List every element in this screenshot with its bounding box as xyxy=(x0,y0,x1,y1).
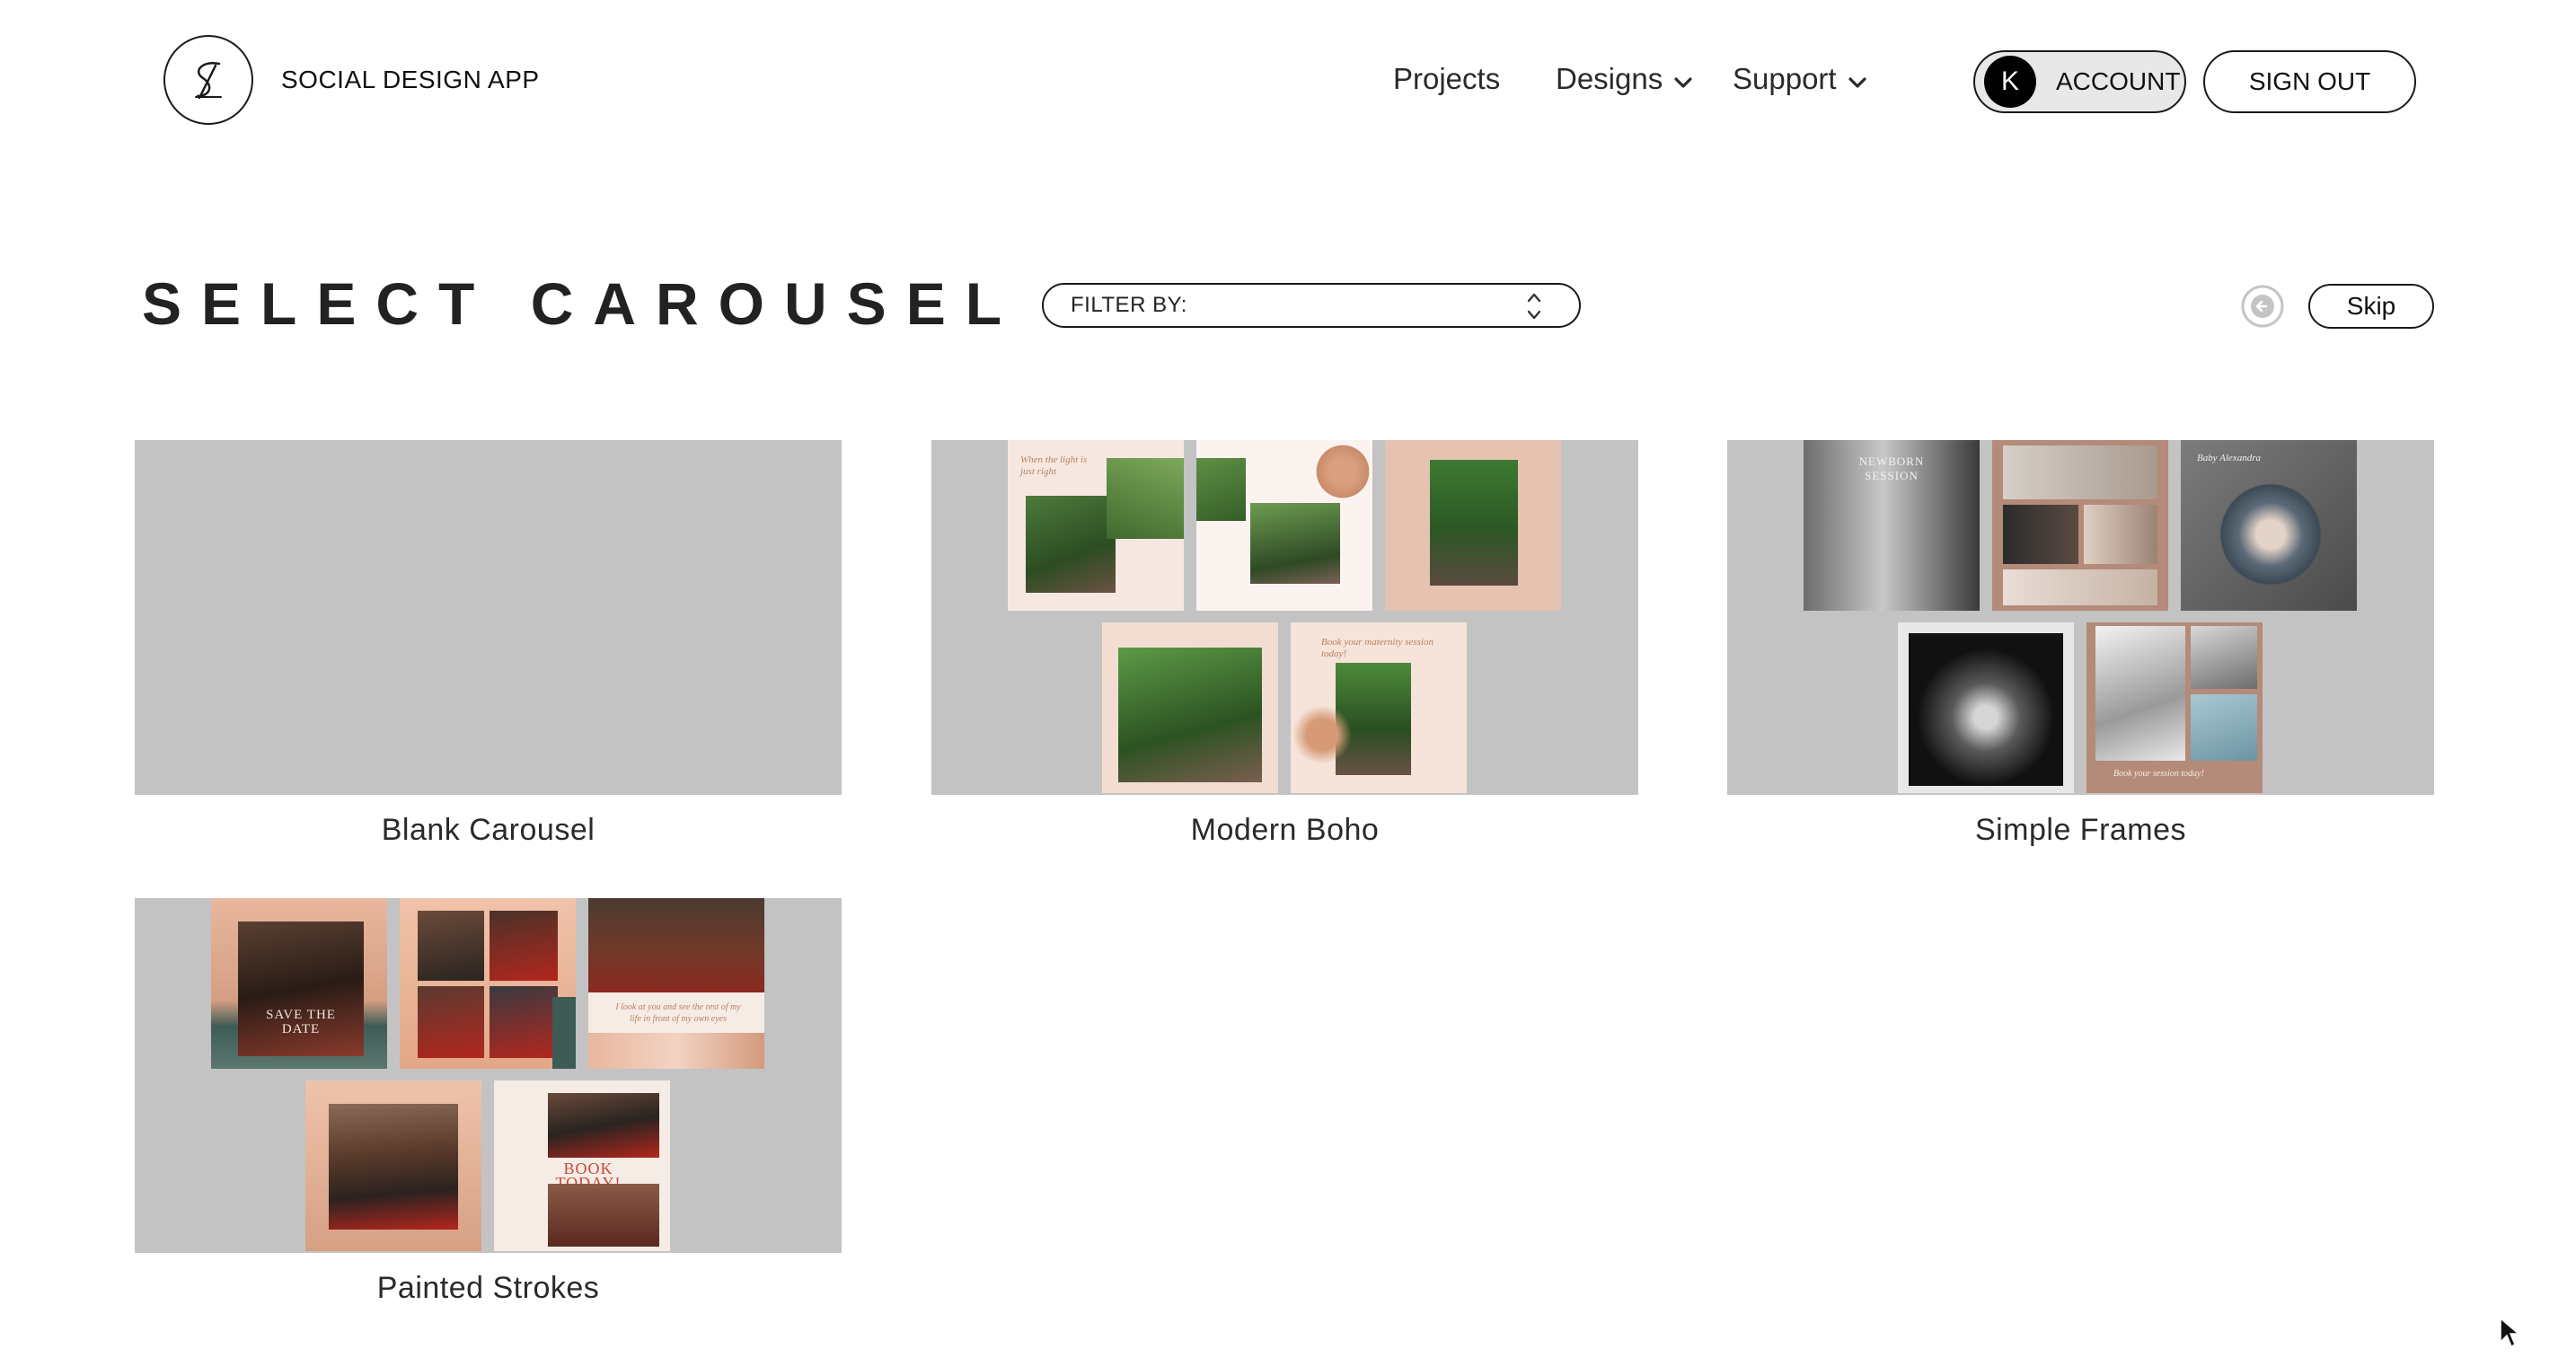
template-card-painted-strokes[interactable]: SAVE THE DATE I look at you and see the … xyxy=(135,898,842,1306)
account-label: ACCOUNT xyxy=(2056,67,2181,95)
chevron-down-icon xyxy=(1672,67,1695,91)
sign-out-button[interactable]: SIGN OUT xyxy=(2203,50,2416,113)
account-button[interactable]: K ACCOUNT xyxy=(1973,50,2186,113)
strokes-tile-text: SAVE THE DATE xyxy=(266,1008,336,1036)
template-thumbnail[interactable]: When the light is just right Book your m… xyxy=(931,440,1638,795)
frames-tile-text: Book your session today! xyxy=(2113,769,2204,779)
nav-support-dropdown[interactable]: Support xyxy=(1733,59,1869,99)
template-card-blank-carousel[interactable]: Blank Carousel xyxy=(135,440,842,848)
boho-tile-5: Book your maternity session today! xyxy=(1291,622,1467,793)
nav-support-label: Support xyxy=(1733,62,1837,95)
mouse-cursor-icon xyxy=(2500,1317,2520,1348)
template-thumbnail[interactable] xyxy=(135,440,842,795)
frames-tile-text: NEWBORN SESSION xyxy=(1858,454,1925,482)
strokes-tile-5: BOOK TODAY! xyxy=(494,1080,670,1251)
frames-tile-1: NEWBORN SESSION xyxy=(1804,440,1980,611)
template-name: Simple Frames xyxy=(1974,813,2187,847)
boho-tile-text: Book your maternity session today! xyxy=(1321,637,1434,659)
boho-tile-3 xyxy=(1385,440,1561,611)
template-name: Modern Boho xyxy=(1190,813,1380,847)
template-name: Painted Strokes xyxy=(376,1271,600,1305)
strokes-tile-3: I look at you and see the rest of my lif… xyxy=(588,898,764,1069)
sort-arrows-icon xyxy=(1527,293,1541,320)
boho-tile-text: When the light is just right xyxy=(1020,454,1088,477)
page-title: SELECT CAROUSEL xyxy=(142,270,1022,337)
strokes-tile-4 xyxy=(305,1080,481,1251)
frames-tile-3: Baby Alexandra xyxy=(2181,440,2357,611)
nav-designs-dropdown[interactable]: Designs xyxy=(1556,59,1695,99)
boho-tile-1: When the light is just right xyxy=(1008,440,1184,611)
boho-tile-2 xyxy=(1196,440,1372,611)
strokes-tile-2 xyxy=(400,898,576,1069)
avatar: K xyxy=(1984,56,2036,108)
frames-tile-text: Baby Alexandra xyxy=(2197,453,2261,463)
template-card-modern-boho[interactable]: When the light is just right Book your m… xyxy=(931,440,1638,848)
nav-projects-label: Projects xyxy=(1393,62,1501,95)
nav-designs-label: Designs xyxy=(1556,62,1663,95)
nav-projects[interactable]: Projects xyxy=(1393,59,1500,99)
template-card-simple-frames[interactable]: NEWBORN SESSION Baby Alexandra Book your… xyxy=(1727,440,2434,848)
strokes-tile-1: SAVE THE DATE xyxy=(211,898,387,1069)
frames-tile-5: Book your session today! xyxy=(2086,622,2263,793)
skip-button[interactable]: Skip xyxy=(2308,284,2434,329)
frames-tile-4 xyxy=(1898,622,2074,793)
top-header: SOCIAL DESIGN APP Projects Designs Suppo… xyxy=(0,0,2576,162)
boho-tile-4 xyxy=(1102,622,1278,793)
app-title[interactable]: SOCIAL DESIGN APP xyxy=(281,66,540,94)
filter-label: FILTER BY: xyxy=(1071,293,1187,317)
template-name: Blank Carousel xyxy=(381,813,595,847)
frames-tile-2 xyxy=(1992,440,2168,611)
filter-select[interactable]: FILTER BY: xyxy=(1042,283,1581,328)
arrow-left-circle-icon[interactable] xyxy=(2240,284,2285,329)
stylized-s-logo-icon xyxy=(195,61,222,100)
template-thumbnail[interactable]: SAVE THE DATE I look at you and see the … xyxy=(135,898,842,1253)
strokes-tile-text: I look at you and see the rest of my lif… xyxy=(615,1002,741,1024)
app-logo-icon[interactable] xyxy=(163,35,253,125)
template-thumbnail[interactable]: NEWBORN SESSION Baby Alexandra Book your… xyxy=(1727,440,2434,795)
chevron-down-icon xyxy=(1846,67,1869,91)
